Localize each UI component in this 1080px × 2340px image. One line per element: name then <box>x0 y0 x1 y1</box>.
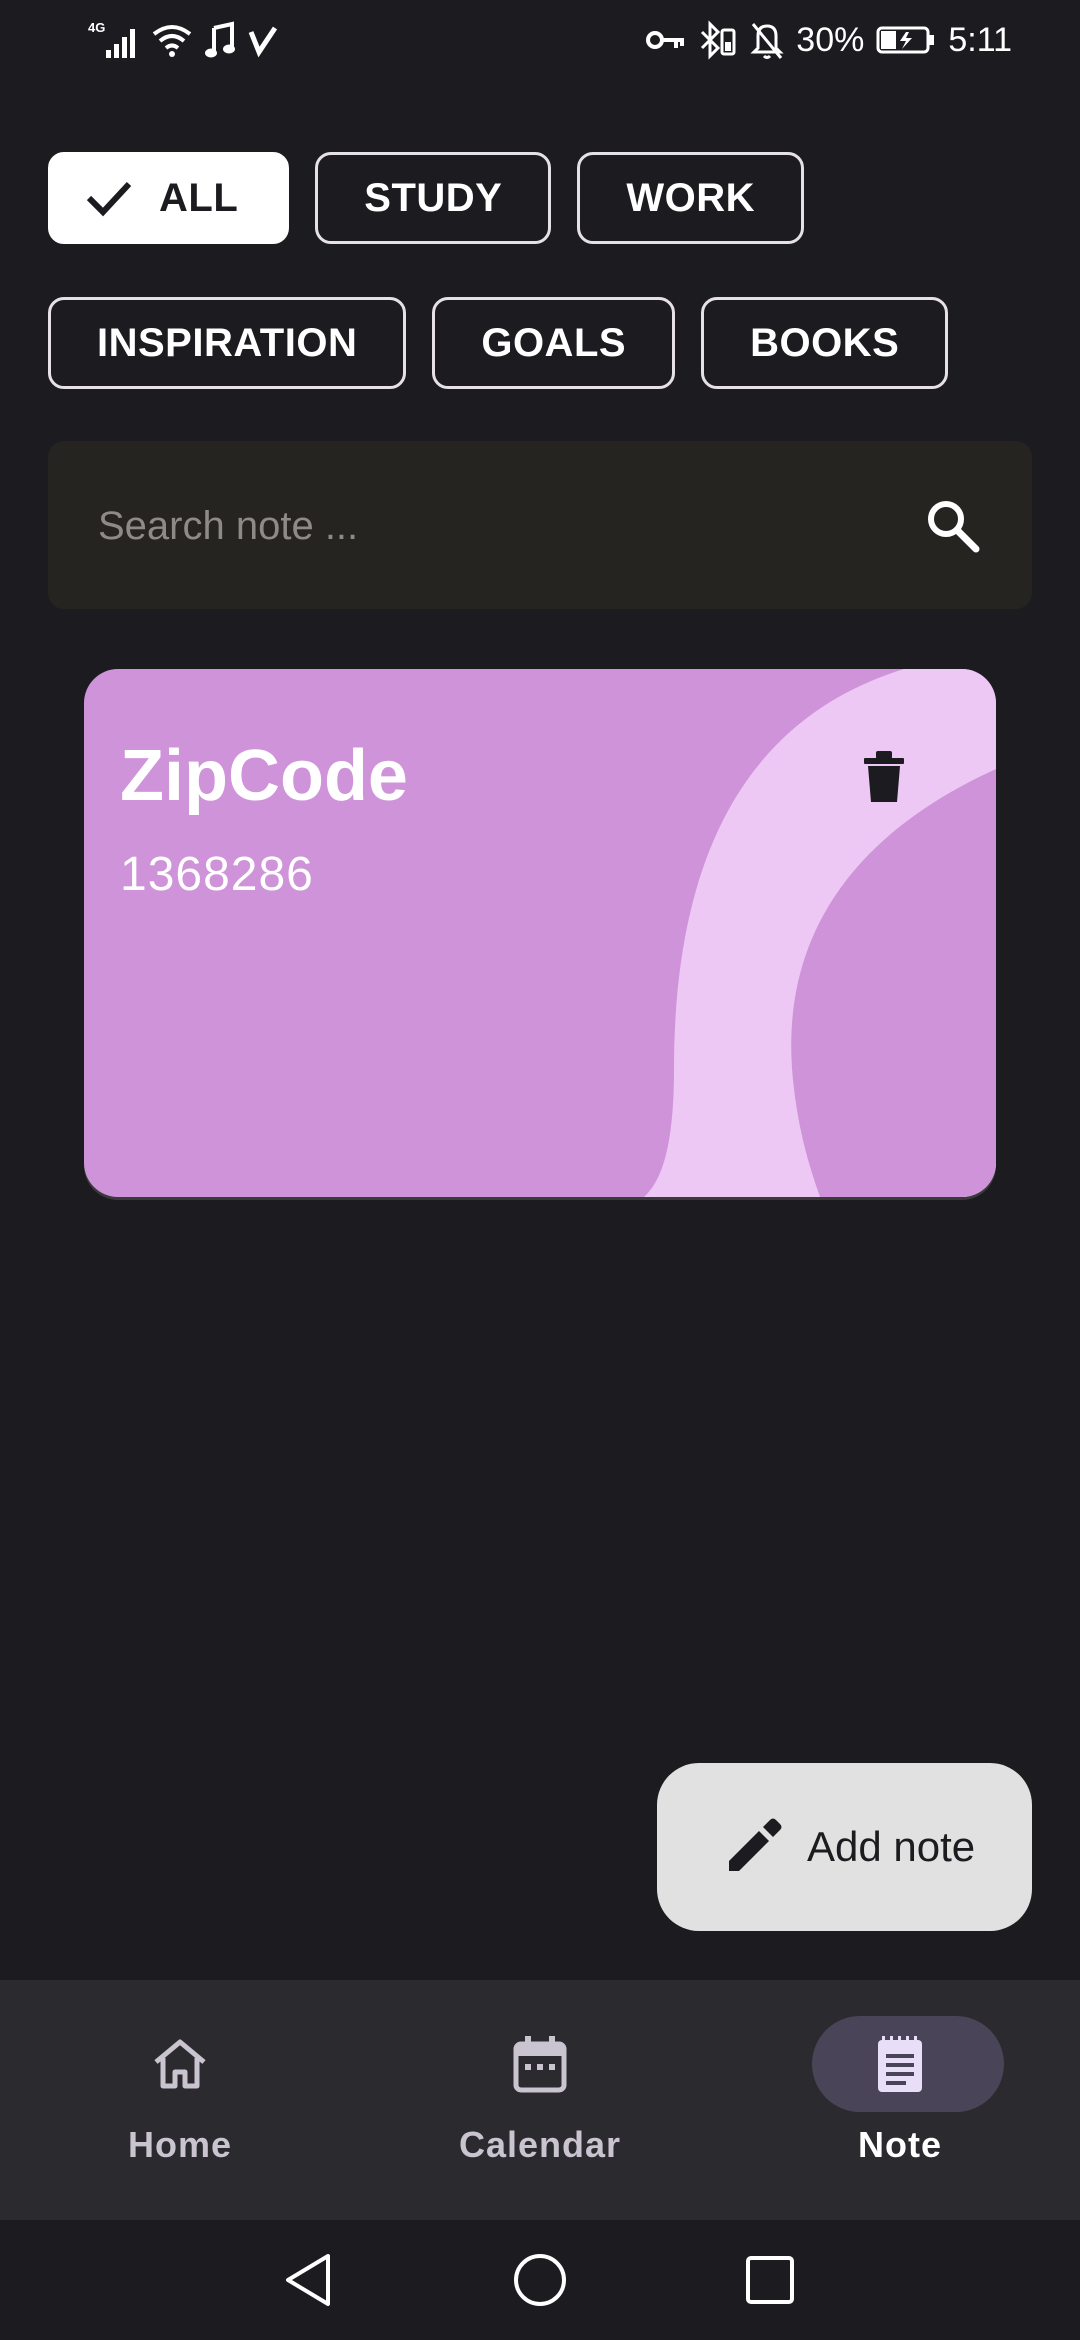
filter-chip-study[interactable]: STUDY <box>315 152 552 244</box>
battery-percent: 30% <box>796 21 865 59</box>
filter-chip-inspiration[interactable]: INSPIRATION <box>48 297 407 389</box>
back-icon[interactable] <box>280 2250 340 2310</box>
nav-item-note[interactable]: Note <box>720 1980 1080 2220</box>
add-note-button[interactable]: Add note <box>657 1763 1032 1931</box>
filter-chip-label: STUDY <box>364 175 503 220</box>
search-input[interactable] <box>96 491 900 561</box>
pencil-icon <box>729 1818 782 1871</box>
filter-chip-label: ALL <box>159 175 239 220</box>
filter-chips-row-2: INSPIRATION GOALS BOOKS <box>48 297 949 389</box>
nav-label-home: Home <box>127 2124 233 2165</box>
filter-chips-row-1: ALL STUDY WORK <box>48 152 804 244</box>
system-navigation-bar <box>0 2220 1080 2340</box>
filter-chip-label: BOOKS <box>750 320 900 365</box>
search-bar <box>48 441 1032 609</box>
check-icon <box>86 181 132 217</box>
home-icon <box>154 2039 206 2089</box>
vpn-key-icon <box>646 18 686 62</box>
note-card[interactable]: ZipCode 1368286 <box>84 669 996 1197</box>
network-type-label: 4G <box>88 20 105 35</box>
status-bar: 4G 30% 5:11 <box>0 0 1080 80</box>
filter-chip-books[interactable]: BOOKS <box>701 297 949 389</box>
note-screen: 4G 30% 5:11 ALL STUDY WORK INSPIRATION G… <box>0 0 1080 2340</box>
bluetooth-icon <box>698 18 738 62</box>
filter-chip-label: WORK <box>626 175 755 220</box>
nav-item-calendar[interactable]: Calendar <box>360 1980 720 2220</box>
filter-chip-all[interactable]: ALL <box>48 152 290 244</box>
status-right: 30% 5:11 <box>646 18 1012 62</box>
bottom-navigation: Home Calendar Note <box>0 1980 1080 2220</box>
home-circle-icon[interactable] <box>510 2250 570 2310</box>
search-icon[interactable] <box>920 493 984 557</box>
app-notification-icon <box>248 18 278 62</box>
nav-label-calendar: Calendar <box>458 2124 622 2165</box>
filter-chip-work[interactable]: WORK <box>577 152 804 244</box>
recents-square-icon[interactable] <box>740 2250 800 2310</box>
clock: 5:11 <box>948 21 1012 59</box>
status-left: 4G <box>88 18 278 62</box>
note-title: ZipCode <box>120 736 408 816</box>
add-note-label: Add note <box>807 1823 976 1870</box>
music-note-icon <box>204 18 236 62</box>
note-body: 1368286 <box>120 848 314 901</box>
battery-charging-icon <box>876 18 936 62</box>
nav-label-note: Note <box>858 2124 942 2165</box>
wifi-icon <box>152 18 192 62</box>
cellular-signal-icon: 4G <box>88 18 140 62</box>
nav-item-home[interactable]: Home <box>0 1980 360 2220</box>
silent-bell-icon <box>750 18 784 62</box>
calendar-icon <box>513 2036 567 2093</box>
note-icon <box>878 2036 922 2092</box>
trash-icon[interactable] <box>854 746 914 806</box>
filter-chip-label: INSPIRATION <box>97 320 358 365</box>
filter-chip-goals[interactable]: GOALS <box>432 297 676 389</box>
filter-chip-label: GOALS <box>481 320 627 365</box>
